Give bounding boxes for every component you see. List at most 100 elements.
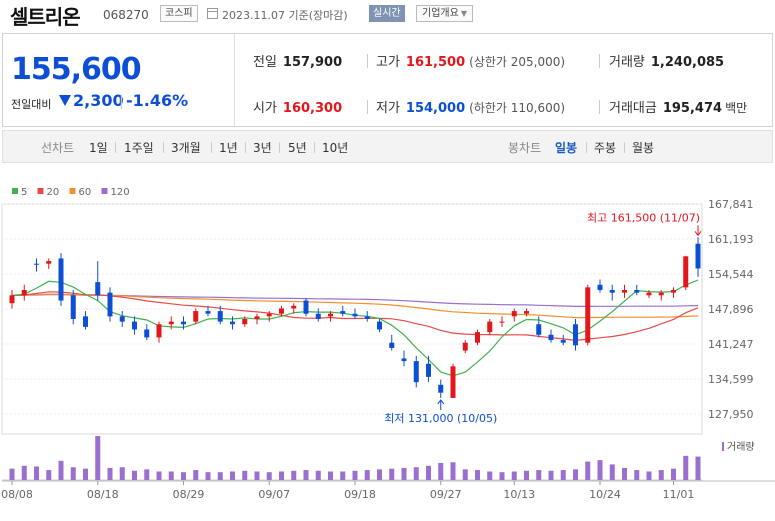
period-1w[interactable]: 1주일 bbox=[124, 139, 154, 156]
calendar-icon bbox=[207, 8, 218, 19]
volume-bar bbox=[205, 472, 211, 480]
y-tick-label: 161,193 bbox=[708, 233, 754, 246]
high-price: 고가 161,500 (상한가 205,000) bbox=[376, 51, 565, 70]
candle-body bbox=[609, 290, 615, 293]
volume-value: 1,240,085 bbox=[650, 55, 725, 70]
volume-bar bbox=[315, 470, 321, 480]
min-arrow-icon bbox=[437, 399, 445, 410]
volume-bar bbox=[352, 470, 358, 480]
volume-bar bbox=[401, 467, 407, 480]
period-3m[interactable]: 3개월 bbox=[171, 139, 201, 156]
min-price-annotation: 최저 131,000 (10/05) bbox=[384, 412, 497, 425]
volume-bar bbox=[21, 465, 27, 480]
company-overview-button[interactable]: 기업개요 ▼ bbox=[416, 5, 473, 22]
candle-body bbox=[352, 313, 358, 317]
legend-swatch bbox=[12, 188, 18, 194]
open-label: 시가 bbox=[253, 101, 277, 116]
candle-body bbox=[511, 311, 517, 317]
candle-body bbox=[585, 287, 591, 343]
candle-body bbox=[205, 311, 211, 314]
volume-bar bbox=[364, 470, 370, 480]
x-tick-label: 10/13 bbox=[503, 488, 535, 501]
candle-body bbox=[683, 256, 689, 288]
volume-bar bbox=[389, 468, 395, 480]
open-value: 160,300 bbox=[282, 101, 343, 116]
period-5y[interactable]: 5년 bbox=[288, 139, 307, 156]
candle-body bbox=[279, 308, 284, 314]
candle-body bbox=[266, 313, 272, 317]
volume-bar bbox=[413, 467, 419, 480]
candle-body bbox=[34, 263, 39, 265]
y-tick-label: 134,599 bbox=[708, 373, 754, 386]
period-3y[interactable]: 3년 bbox=[253, 139, 272, 156]
legend-swatch bbox=[69, 188, 76, 194]
volume-bar bbox=[609, 464, 615, 480]
period-1d[interactable]: 1일 bbox=[89, 139, 108, 156]
period-weekly[interactable]: 주봉 bbox=[594, 139, 616, 156]
period-monthly[interactable]: 월봉 bbox=[632, 139, 654, 156]
change-amount: 2,300 bbox=[73, 91, 124, 110]
volume-bar bbox=[95, 436, 101, 480]
candle-body bbox=[622, 290, 627, 293]
separator bbox=[367, 54, 368, 68]
period-daily[interactable]: 일봉 bbox=[555, 139, 577, 156]
volume-bar bbox=[254, 471, 260, 480]
candle-body bbox=[9, 295, 15, 304]
price-chart: 5 20 60 120 167,841 161,193 154,544 147,896 141… bbox=[0, 180, 775, 517]
stock-code: 068270 bbox=[103, 8, 149, 22]
candle-body bbox=[389, 342, 395, 348]
realtime-button[interactable]: 실시간 bbox=[369, 5, 405, 22]
prev-close-label: 전일 bbox=[253, 55, 277, 70]
volume-bar bbox=[462, 469, 468, 480]
separator bbox=[586, 142, 587, 153]
candle-chart-label: 봉차트 bbox=[508, 141, 542, 155]
volume-bar bbox=[597, 460, 603, 480]
amount-value: 195,474 bbox=[662, 101, 723, 116]
moving-average-lines bbox=[11, 279, 699, 377]
candle-body bbox=[536, 324, 542, 335]
candle-body bbox=[401, 358, 407, 362]
candle-body bbox=[181, 321, 186, 325]
high-value: 161,500 bbox=[405, 55, 466, 70]
change-label: 전일대비 bbox=[11, 98, 52, 111]
change-percent: -1.46% bbox=[126, 91, 189, 110]
candle-body bbox=[462, 342, 468, 351]
ma5-line bbox=[11, 279, 699, 377]
volume-bar bbox=[548, 470, 554, 480]
y-tick-label: 167,841 bbox=[708, 198, 754, 211]
separator bbox=[279, 142, 280, 153]
volume-bar bbox=[683, 455, 689, 480]
volume-bar bbox=[450, 462, 456, 480]
candle-body bbox=[573, 324, 578, 346]
separator bbox=[115, 142, 116, 153]
period-1y[interactable]: 1년 bbox=[219, 139, 238, 156]
volume-legend-label: 거래량 bbox=[727, 441, 755, 453]
stock-header: 셀트리온 068270 코스피 2023.11.07 기준(장마감) 실시간 기… bbox=[0, 0, 775, 30]
legend-label: 120 bbox=[111, 187, 130, 198]
candle-body bbox=[695, 243, 701, 269]
volume-bar bbox=[156, 471, 162, 480]
separator bbox=[599, 54, 600, 68]
separator bbox=[163, 142, 164, 153]
candle-body bbox=[315, 313, 321, 319]
x-tick-label: 11/01 bbox=[663, 488, 695, 501]
candle-body bbox=[58, 258, 64, 301]
separator bbox=[211, 142, 212, 153]
candle-body bbox=[646, 292, 652, 296]
candle-body bbox=[426, 363, 431, 377]
period-10y[interactable]: 10년 bbox=[322, 139, 348, 156]
volume-bar bbox=[230, 471, 235, 480]
candle-body bbox=[291, 305, 297, 309]
base-date: 2023.11.07 기준(장마감) bbox=[222, 9, 348, 22]
chart-annotations: 최고 161,500 (11/07) 최저 131,000 (10/05) bbox=[384, 211, 702, 425]
volume-bar bbox=[426, 465, 431, 480]
trade-amount: 거래대금 195,474 백만 bbox=[609, 97, 747, 116]
candle-body bbox=[499, 321, 505, 323]
separator bbox=[367, 100, 368, 114]
volume-bar bbox=[573, 469, 578, 480]
candle-body bbox=[107, 292, 113, 317]
volume-bar bbox=[560, 470, 566, 480]
low-value: 154,000 bbox=[405, 101, 466, 116]
candle-body bbox=[46, 261, 52, 264]
candle-body bbox=[242, 318, 248, 325]
